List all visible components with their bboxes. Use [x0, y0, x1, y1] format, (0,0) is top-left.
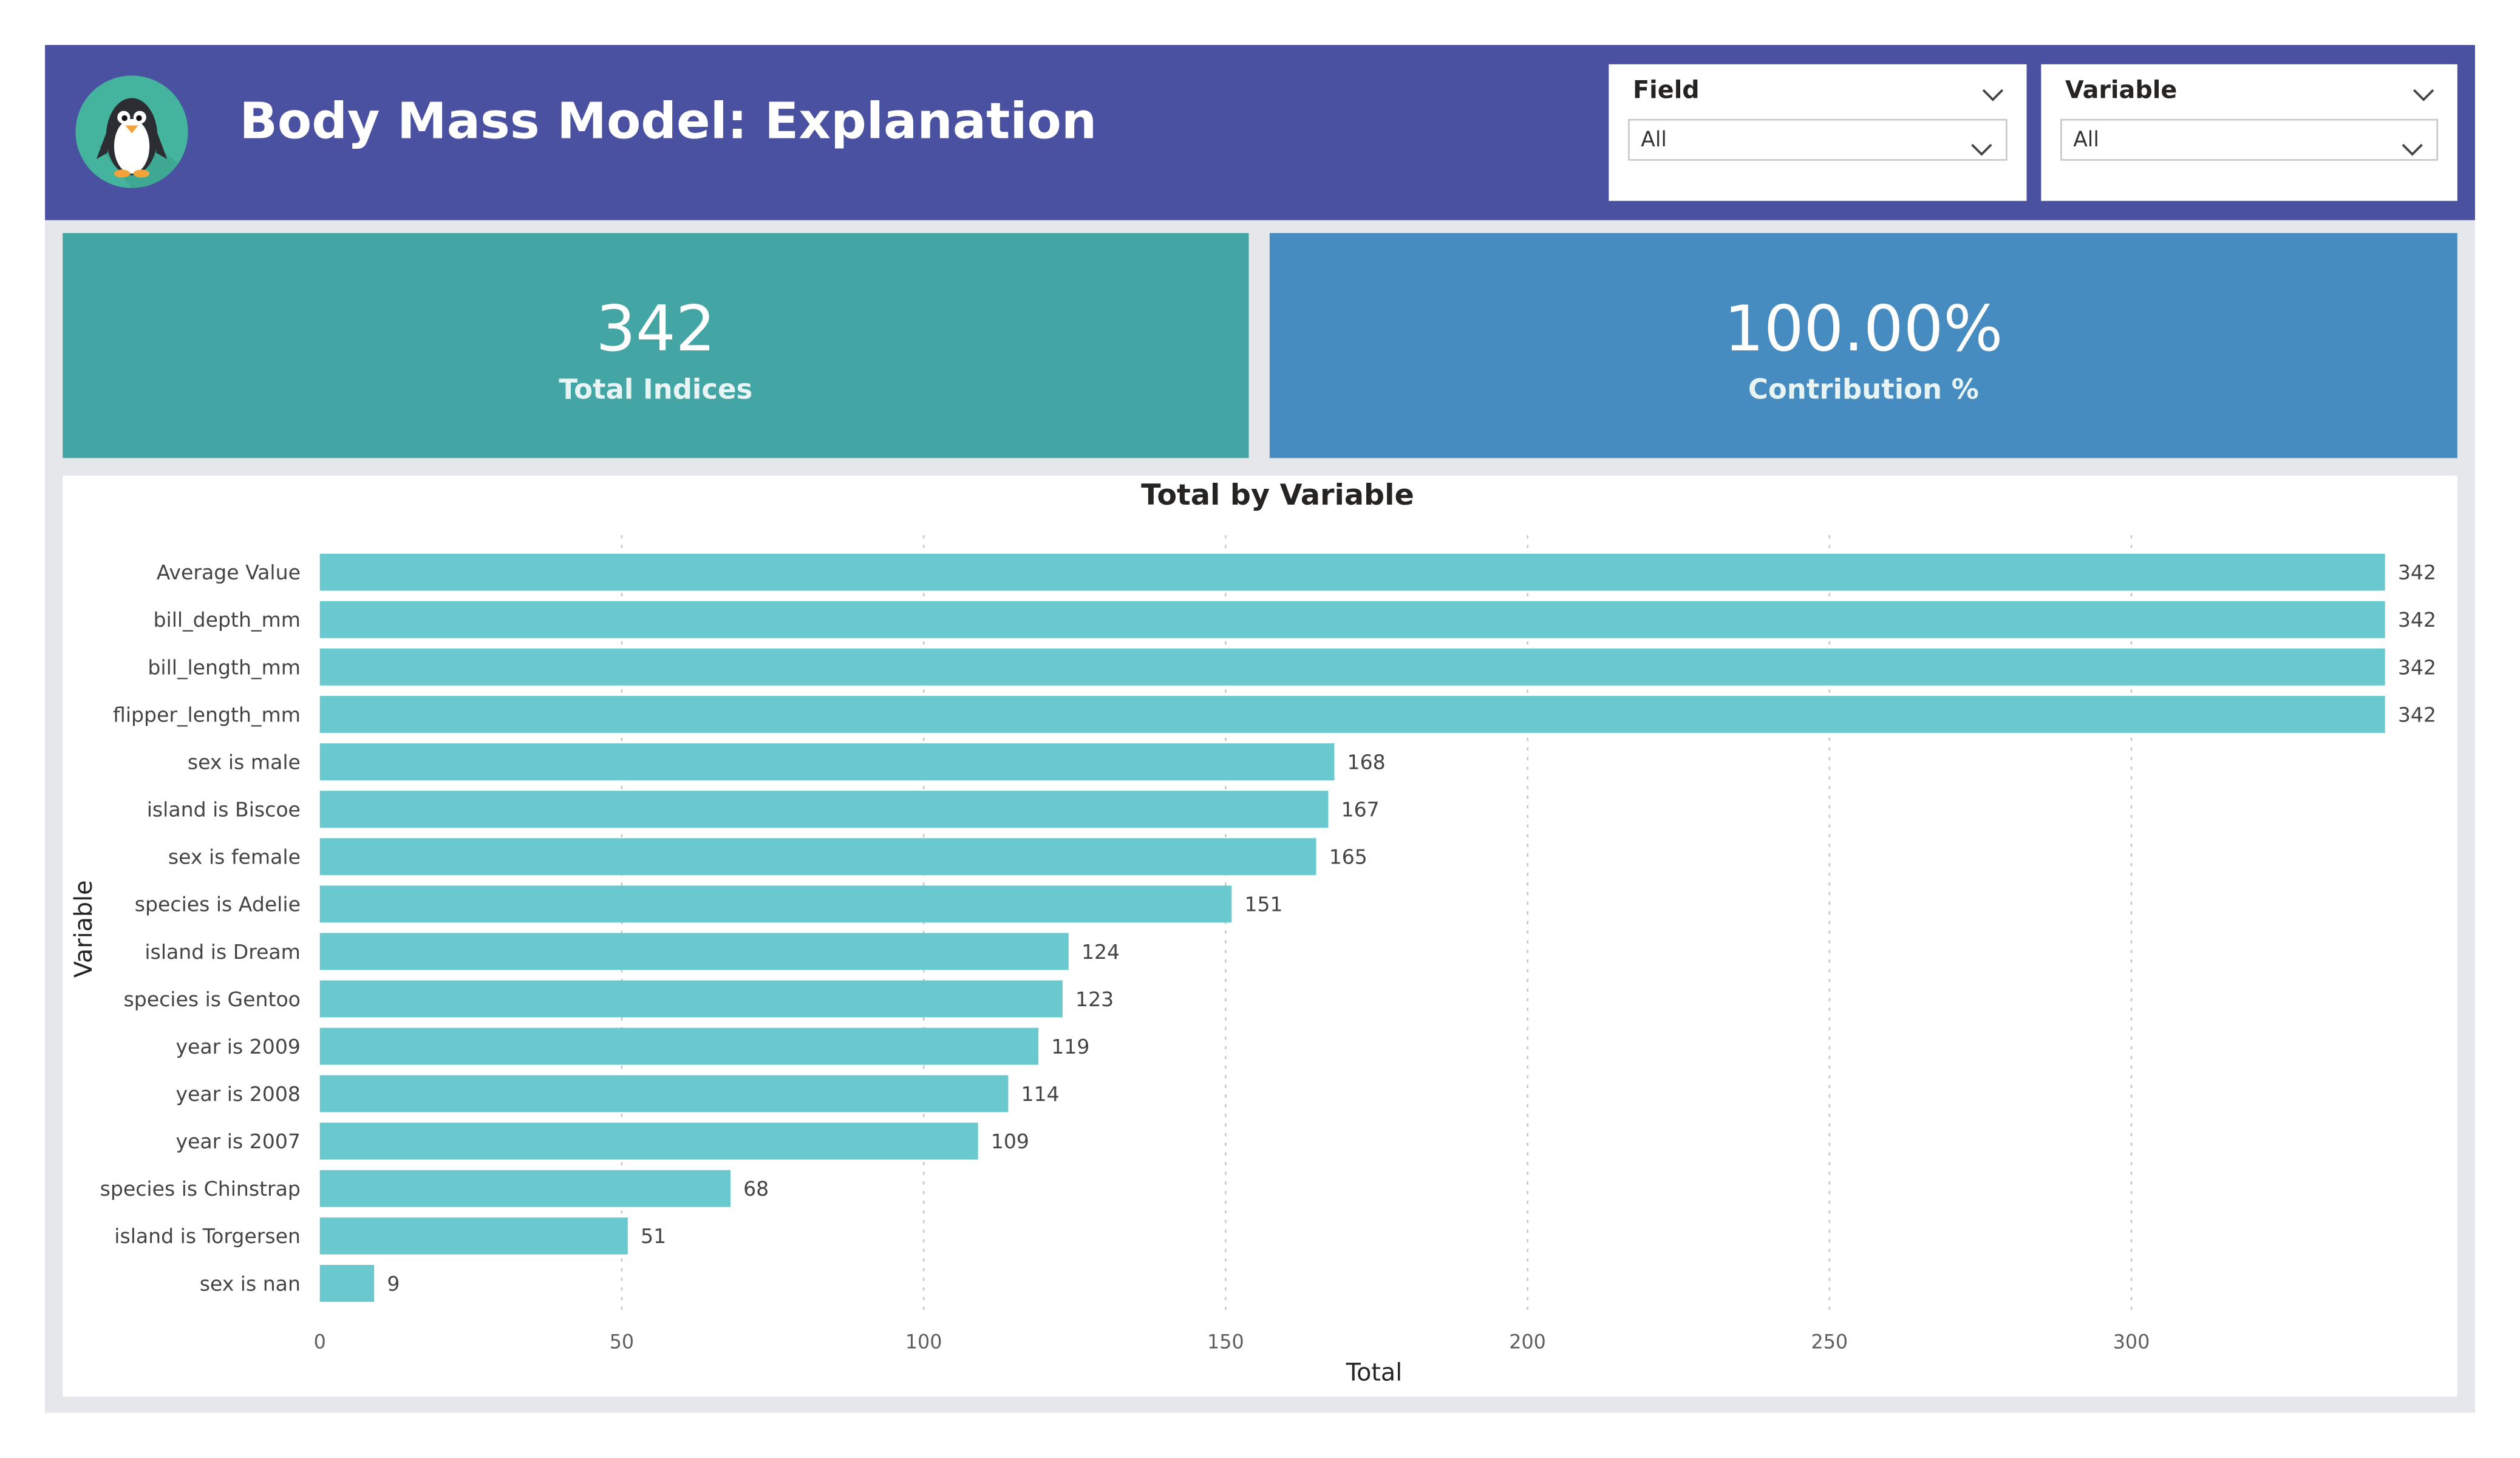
category-label: island is Dream	[145, 940, 301, 964]
data-label: 342	[2398, 703, 2436, 726]
bar-chart: 0 50 100 150 200 250 300 Average Value 342 bill_d…	[70, 535, 2436, 1387]
x-tick-label: 0	[314, 1332, 326, 1354]
x-tick-label: 50	[610, 1332, 634, 1354]
x-tick-label: 150	[1207, 1332, 1244, 1354]
data-label: 114	[1021, 1082, 1060, 1106]
bar	[319, 980, 1063, 1018]
bar	[319, 601, 2385, 638]
data-label: 342	[2398, 655, 2436, 679]
category-label: bill_depth_mm	[154, 608, 301, 632]
category-label: sex is nan	[200, 1272, 301, 1295]
x-tick-label: 300	[2113, 1332, 2150, 1354]
data-label: 167	[1341, 798, 1380, 822]
bar	[319, 1027, 1039, 1065]
data-label: 123	[1075, 987, 1114, 1011]
bar	[319, 1170, 730, 1207]
category-label: sex is male	[188, 750, 301, 774]
category-label: year is 2007	[175, 1129, 300, 1153]
data-label: 151	[1244, 893, 1282, 916]
data-label: 9	[387, 1272, 400, 1295]
x-tick-label: 250	[1811, 1332, 1848, 1354]
category-label: bill_length_mm	[148, 655, 301, 679]
category-label: sex is female	[168, 845, 301, 869]
y-axis-title: Variable	[70, 880, 98, 978]
x-tick-label: 200	[1509, 1332, 1546, 1354]
category-label: Average Value	[157, 560, 301, 584]
bar	[319, 553, 2385, 591]
data-label: 68	[743, 1177, 769, 1201]
category-label: year is 2009	[175, 1035, 300, 1058]
category-label: flipper_length_mm	[113, 703, 301, 726]
bar	[319, 1264, 375, 1302]
category-label: species is Adelie	[135, 893, 301, 916]
data-label: 342	[2398, 608, 2436, 632]
bar	[319, 885, 1232, 923]
bar	[319, 791, 1329, 828]
category-label: island is Torgersen	[114, 1224, 301, 1248]
data-label: 168	[1347, 750, 1386, 774]
bar	[319, 648, 2385, 686]
data-label: 51	[641, 1224, 666, 1248]
category-label: species is Chinstrap	[100, 1177, 301, 1201]
category-label: island is Biscoe	[147, 798, 301, 822]
bar	[319, 1122, 978, 1160]
bar	[319, 838, 1316, 876]
category-label: species is Gentoo	[124, 987, 301, 1011]
bar	[319, 1217, 628, 1255]
bar	[319, 743, 1335, 780]
data-label: 124	[1081, 940, 1120, 964]
bar	[319, 933, 1069, 970]
bar	[319, 696, 2385, 733]
bar	[319, 1075, 1009, 1112]
x-axis-title: Total	[1346, 1359, 1403, 1387]
data-label: 165	[1329, 845, 1367, 869]
data-label: 109	[991, 1129, 1029, 1153]
data-label: 119	[1051, 1035, 1089, 1058]
category-label: year is 2008	[175, 1082, 300, 1106]
x-tick-label: 100	[905, 1332, 942, 1354]
data-label: 342	[2398, 560, 2436, 584]
